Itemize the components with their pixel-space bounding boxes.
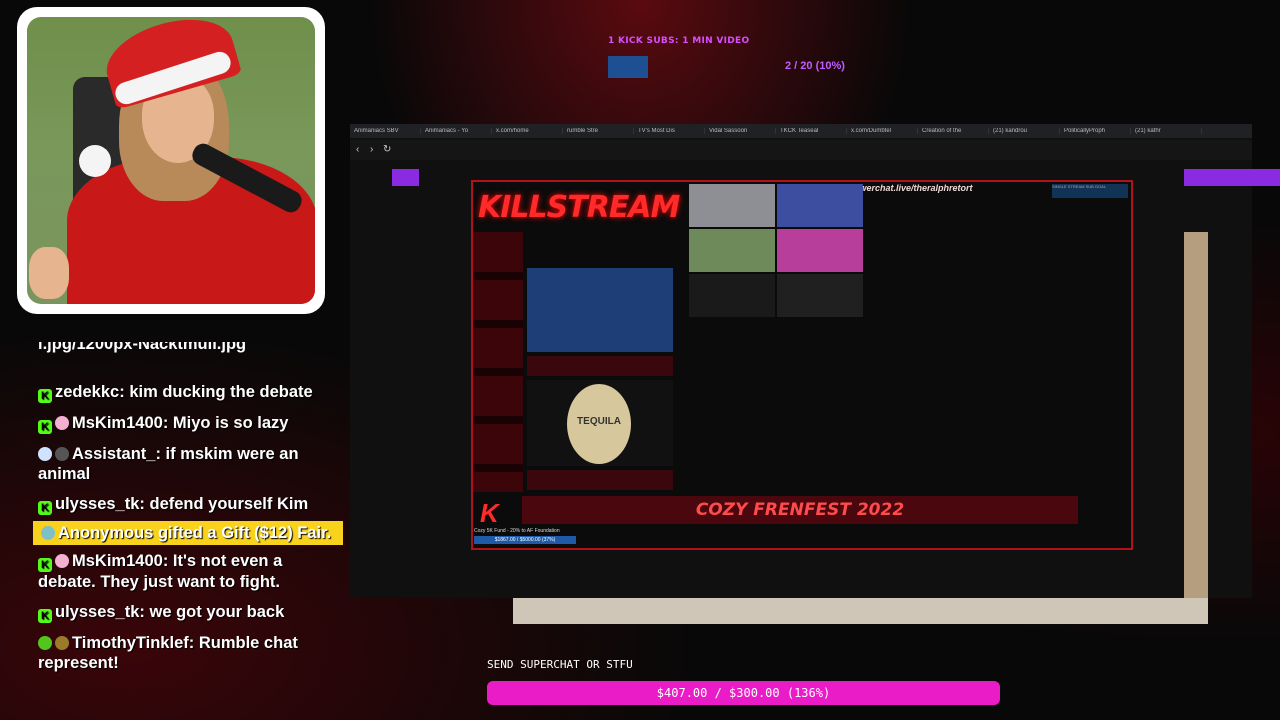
guest-cam <box>777 229 863 272</box>
chat-user: Anonymous <box>58 524 154 542</box>
chat-spacer <box>30 334 344 380</box>
guest-cam <box>689 274 775 317</box>
kick-badge-icon: K <box>38 420 52 434</box>
chat-message: K MsKim1400: It's not even a debate. They… <box>38 552 283 591</box>
chat-overlay: Kzedekkc: kim ducking the debate K MsKim1… <box>30 334 344 720</box>
tab-bar: Animaniacs SBV Animaniacs - Yo x.com/hom… <box>350 124 1252 138</box>
webcam-feed <box>27 17 315 304</box>
badge-icon <box>55 416 69 430</box>
superchat-label: SEND SUPERCHAT OR STFU <box>487 658 633 671</box>
back-icon[interactable]: ‹ <box>356 144 359 155</box>
tab[interactable]: x.com/Dumbtel <box>847 128 918 134</box>
tequila-bottle: TEQUILA <box>567 384 631 464</box>
guest-cam <box>689 229 775 272</box>
tab[interactable]: PoliticallyProph <box>1060 128 1131 134</box>
badge-icon <box>55 636 69 650</box>
chat-text: gifted a Gift ($12) Fair. <box>157 524 332 542</box>
badge-icon <box>55 447 69 461</box>
kick-badge-icon: K <box>38 558 52 572</box>
kick-badge-icon: K <box>38 389 52 403</box>
kick-badge-icon: K <box>38 609 52 623</box>
stream-strip <box>527 356 673 376</box>
badge-icon <box>55 554 69 568</box>
kick-logo: K <box>480 498 499 528</box>
chat-text: defend yourself Kim <box>149 495 309 513</box>
chat-message: Kulysses_tk: we got your back <box>30 600 344 625</box>
tab[interactable]: (21) kathr <box>1131 128 1202 134</box>
tab[interactable]: TV's Most Dis <box>634 128 705 134</box>
sub-goal-progress-text: 2 / 20 (10%) <box>785 60 845 72</box>
tab[interactable]: TKCK Teaseal <box>776 128 847 134</box>
sub-goal-progress-bar <box>608 56 648 78</box>
guest-cam <box>777 184 863 227</box>
tab[interactable]: (21) kandrou <box>989 128 1060 134</box>
tab[interactable]: rumble Stre <box>563 128 634 134</box>
stream-side-panel <box>473 232 523 492</box>
chat-text: Miyo is so lazy <box>172 414 289 432</box>
chat-text: we got your back <box>149 603 285 621</box>
sub-goal-text: 1 KICK SUBS: 1 MIN VIDEO <box>608 36 750 46</box>
chat-user: zedekkc <box>55 383 120 401</box>
chat-message: Kulysses_tk: defend yourself Kim <box>30 492 344 517</box>
room-background <box>1184 232 1208 622</box>
chat-user: MsKim1400 <box>72 552 163 570</box>
rumble-badge-icon <box>38 636 52 650</box>
nav-bar: ‹ › ↻ <box>350 140 1252 160</box>
killstream-logo: KILLSTREAM <box>478 190 680 225</box>
chat-user: MsKim1400 <box>72 414 163 432</box>
guest-cam <box>777 274 863 317</box>
chat-message: Assistant_: if mskim were an animal <box>38 445 299 483</box>
chat-text: kim ducking the debate <box>129 383 313 401</box>
reload-icon[interactable]: ↻ <box>383 144 391 155</box>
guest-cam-grid <box>689 184 863 317</box>
purple-marker-right <box>1184 169 1280 186</box>
fund-label: Cozy 5K Fund - 20% to AF Foundation <box>474 528 560 534</box>
tab[interactable]: Animaniacs - Yo <box>421 128 492 134</box>
guest-cam <box>689 184 775 227</box>
embedded-chat <box>690 396 810 492</box>
purple-marker-left <box>392 169 419 186</box>
moon-badge-icon <box>38 447 52 461</box>
webcam-frame <box>17 7 325 314</box>
forward-icon[interactable]: › <box>370 144 373 155</box>
fund-progress: $1867.00 / $5000.00 (37%) <box>474 536 576 544</box>
kick-badge-icon: K <box>38 501 52 515</box>
tab[interactable]: Vidal Sassoon <box>705 128 776 134</box>
chat-user: Assistant_ <box>72 445 156 463</box>
chat-message: TimothyTinklef: Rumble chat represent! <box>38 634 298 672</box>
frenfest-banner: COZY FRENFEST 2022 <box>522 496 1078 524</box>
chat-message: Kzedekkc: kim ducking the debate <box>30 380 344 405</box>
tab[interactable]: x.com/home <box>492 128 563 134</box>
stream-strip <box>527 470 673 490</box>
chat-gift-message: Anonymous gifted a Gift ($12) Fair. <box>33 521 343 545</box>
chat-user: TimothyTinklef <box>72 634 189 652</box>
room-background <box>513 598 1208 624</box>
santa-hat-pompom <box>79 145 111 177</box>
tab[interactable]: Animaniacs SBV <box>350 128 421 134</box>
hand <box>29 247 69 299</box>
gift-icon <box>41 526 55 540</box>
stream-sub-goal: SINGLE STREAM SUB GOAL <box>1052 184 1128 198</box>
chat-message: K MsKim1400: Miyo is so lazy <box>30 411 344 436</box>
superchat-goal-bar: $407.00 / $300.00 (136%) <box>487 681 1000 705</box>
host-cam <box>527 268 673 352</box>
tab[interactable]: Creation of the <box>918 128 989 134</box>
tequila-label: TEQUILA <box>577 416 621 427</box>
chat-user: ulysses_tk <box>55 495 140 513</box>
chat-user: ulysses_tk <box>55 603 140 621</box>
